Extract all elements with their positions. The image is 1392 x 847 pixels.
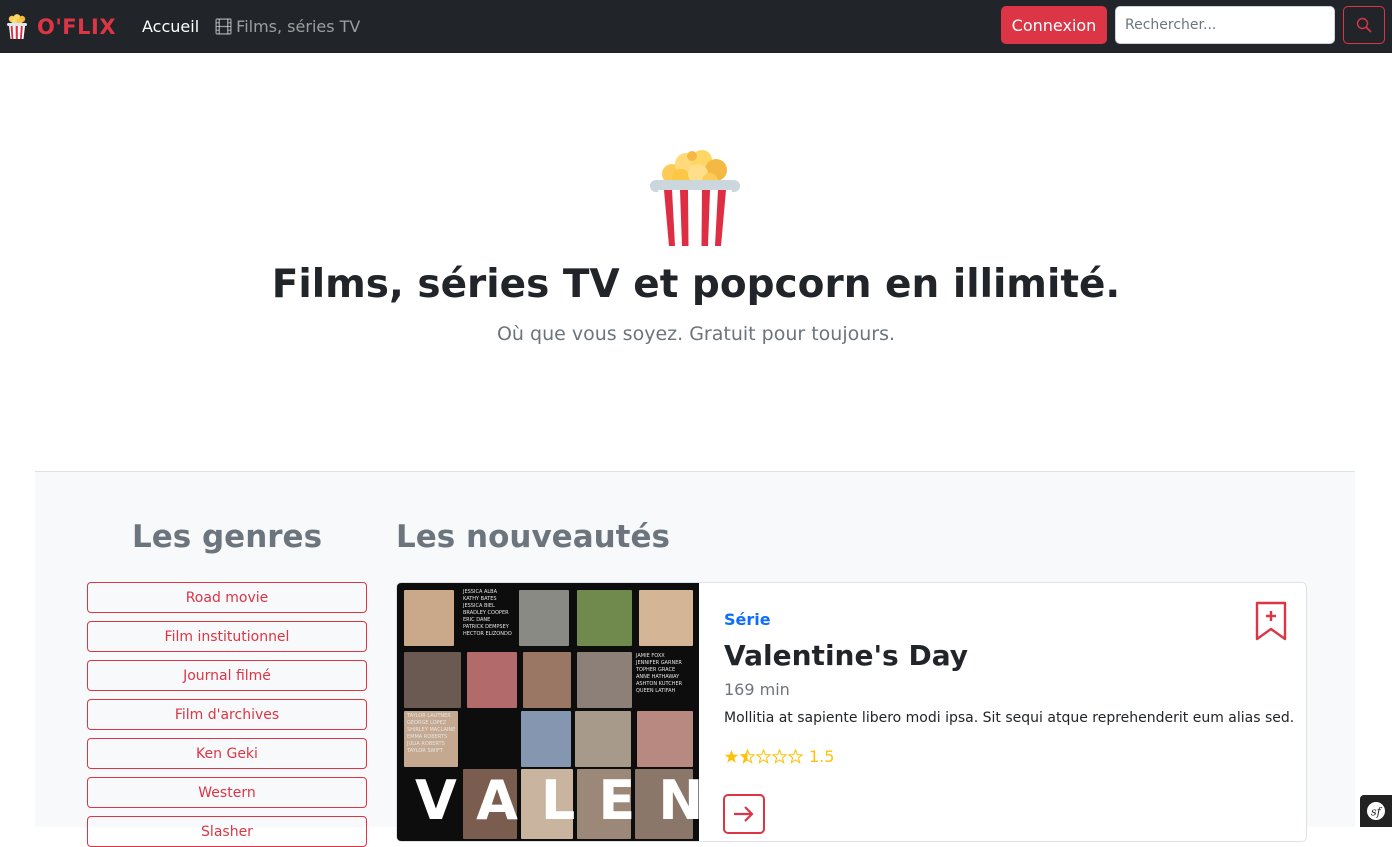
movie-duration: 169 min <box>724 680 790 699</box>
genre-button[interactable]: Ken Geki <box>87 738 367 769</box>
brand-link[interactable]: O'FLIX <box>6 13 117 40</box>
nav-catalog-label: Films, séries TV <box>236 17 361 36</box>
news-title: Les nouveautés <box>396 519 670 555</box>
star-filled-icon <box>724 749 739 763</box>
symfony-logo-icon: sf <box>1367 802 1385 820</box>
star-half-icon <box>740 749 755 764</box>
poster-credits-right: JAMIE FOXX JENNIFER GARNER TOPHER GRACE … <box>636 653 683 694</box>
bookmark-add-icon[interactable] <box>1255 601 1287 641</box>
genre-button[interactable]: Road movie <box>87 582 367 613</box>
hero-title: Films, séries TV et popcorn en illimité. <box>271 262 1121 307</box>
genre-button[interactable]: Slasher <box>87 816 367 847</box>
genre-button[interactable]: Film institutionnel <box>87 621 367 652</box>
search-icon <box>1356 17 1372 33</box>
movie-poster[interactable]: JESSICA ALBA KATHY BATES JESSICA BIEL BR… <box>397 583 699 841</box>
movie-title[interactable]: Valentine's Day <box>724 639 968 672</box>
search-button[interactable] <box>1343 6 1385 44</box>
star-empty-icon <box>788 749 803 764</box>
rating-value: 1.5 <box>809 747 835 766</box>
arrow-right-icon <box>734 806 754 822</box>
symfony-toolbar-toggle[interactable]: sf <box>1360 795 1392 827</box>
content-type-label: Série <box>724 610 771 629</box>
poster-credits-top: JESSICA ALBA KATHY BATES JESSICA BIEL BR… <box>463 589 512 637</box>
star-empty-icon <box>772 749 787 764</box>
genre-button[interactable]: Journal filmé <box>87 660 367 691</box>
navbar: O'FLIX Accueil Films, séries TV Connexio… <box>0 0 1392 53</box>
details-button[interactable] <box>723 794 765 834</box>
film-icon <box>215 18 232 35</box>
genre-button[interactable]: Film d'archives <box>87 699 367 730</box>
hero-subtitle: Où que vous soyez. Gratuit pour toujours… <box>496 323 896 345</box>
movie-card: JESSICA ALBA KATHY BATES JESSICA BIEL BR… <box>396 582 1307 842</box>
popcorn-icon <box>7 13 27 39</box>
poster-credits-left: TAYLOR LAUTNER GEORGE LOPEZ SHIRLEY MACL… <box>407 713 456 754</box>
search-input[interactable] <box>1115 6 1335 44</box>
star-rating: 1.5 <box>724 747 834 766</box>
star-empty-icon <box>756 749 771 764</box>
movie-synopsis: Mollitia at sapiente libero modi ipsa. S… <box>724 710 1295 726</box>
login-button[interactable]: Connexion <box>1001 6 1107 44</box>
popcorn-icon <box>650 150 740 246</box>
nav-catalog-link[interactable]: Films, séries TV <box>215 17 360 36</box>
genres-title: Les genres <box>131 519 323 555</box>
genre-button[interactable]: Western <box>87 777 367 808</box>
brand-name: O'FLIX <box>37 14 117 39</box>
nav-home-link[interactable]: Accueil <box>142 17 199 36</box>
poster-title-letters: VALEN <box>415 769 699 832</box>
